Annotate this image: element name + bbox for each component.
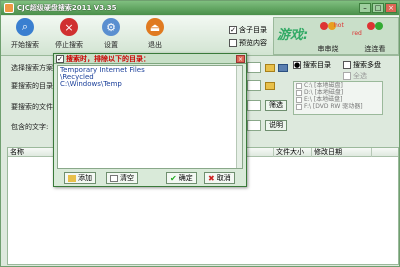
drive-item[interactable]: C:\ [本地磁盘] xyxy=(294,82,382,89)
add-button[interactable]: 添加 xyxy=(64,172,96,184)
text-label: 包含的文字: xyxy=(11,123,49,131)
dialog-scrollbar[interactable] xyxy=(236,66,242,168)
drive-item[interactable]: F:\ [DVD RW 驱动器] xyxy=(294,103,382,110)
preview-option[interactable]: 预览内容 xyxy=(229,38,267,48)
check-icon: ✔ xyxy=(170,173,177,183)
dir-label: 要搜索的目录: xyxy=(11,82,56,90)
games-title: 游戏: xyxy=(277,28,309,43)
start-search-label: 开始搜索 xyxy=(11,41,39,49)
search-dir-radio[interactable]: ● xyxy=(293,61,301,69)
stop-icon: × xyxy=(60,18,78,36)
search-multi-label: 搜索多盘 xyxy=(353,61,381,69)
exit-icon: ⏏ xyxy=(146,18,164,36)
ok-button[interactable]: ✔ 确定 xyxy=(166,172,197,184)
preview-label: 预览内容 xyxy=(239,39,267,47)
file-label: 要搜索的文件: xyxy=(11,103,56,111)
settings-label: 设置 xyxy=(104,41,118,49)
text-input[interactable] xyxy=(247,120,261,131)
select-all-option[interactable]: 全选 xyxy=(343,71,367,81)
clear-button[interactable]: 清空 xyxy=(106,172,138,184)
save-icon[interactable] xyxy=(278,64,288,72)
preview-checkbox[interactable] xyxy=(229,39,237,47)
dialog-header: ✓ 搜索时，排除以下的目录： × xyxy=(54,54,246,64)
subdir-option[interactable]: ✓ 含子目录 xyxy=(229,25,267,35)
maximize-button[interactable]: □ xyxy=(372,3,384,13)
explain-button[interactable]: 说明 xyxy=(265,120,287,131)
exit-label: 退出 xyxy=(148,41,162,49)
add-folder-icon xyxy=(68,174,76,182)
close-button[interactable]: × xyxy=(385,3,397,13)
window-controls: – □ × xyxy=(359,3,399,13)
clear-icon xyxy=(110,174,118,182)
red-badge: red xyxy=(352,30,362,37)
search-dir-label: 搜索目录 xyxy=(303,61,331,69)
dir-input[interactable] xyxy=(247,80,261,91)
browse-folder-icon[interactable] xyxy=(265,82,275,90)
search-dir-option[interactable]: ● 搜索目录 xyxy=(293,60,331,70)
subdir-label: 含子目录 xyxy=(239,26,267,34)
subdir-checkbox[interactable]: ✓ xyxy=(229,26,237,34)
hot-badge: hot xyxy=(334,22,344,29)
col-size[interactable]: 文件大小 xyxy=(274,148,312,157)
app-icon xyxy=(4,3,14,13)
minimize-button[interactable]: – xyxy=(359,3,371,13)
game-item2-label: 连连看 xyxy=(364,45,386,53)
settings-icon: ⚙ xyxy=(102,18,120,36)
folder-icon[interactable] xyxy=(265,64,275,72)
window-title: CJC超级硬盘搜索2011 V3.35 xyxy=(17,4,117,12)
exclude-checkbox[interactable]: ✓ xyxy=(56,54,64,63)
search-multi-option[interactable]: 搜索多盘 xyxy=(343,60,381,70)
scheme-select[interactable] xyxy=(247,62,261,73)
game-lianliankan[interactable]: red 连连看 xyxy=(352,22,396,54)
exit-button[interactable]: ⏏ 退出 xyxy=(133,18,177,50)
select-all-checkbox[interactable] xyxy=(343,72,351,80)
cancel-icon: ✖ xyxy=(208,173,215,183)
start-search-button[interactable]: ⌕ 开始搜索 xyxy=(3,18,47,50)
drive-item[interactable]: E:\ [本地磁盘] xyxy=(294,96,382,103)
game-chuanchuanshao[interactable]: hot 串串烧 xyxy=(308,22,348,54)
search-multi-radio[interactable] xyxy=(343,61,351,69)
file-input[interactable] xyxy=(247,100,261,111)
dialog-title: 搜索时，排除以下的目录： xyxy=(66,54,150,63)
search-icon: ⌕ xyxy=(16,18,34,36)
exclude-item: C:\Windows\Temp xyxy=(60,80,122,88)
col-date[interactable]: 修改日期 xyxy=(312,148,372,157)
stop-search-label: 停止搜索 xyxy=(55,41,83,49)
title-bar: CJC超级硬盘搜索2011 V3.35 – □ × xyxy=(1,1,399,15)
drive-list: C:\ [本地磁盘] D:\ [本地磁盘] E:\ [本地磁盘] F:\ [DV… xyxy=(293,81,383,115)
games-panel: 游戏: hot 串串烧 red 连连看 xyxy=(273,17,399,55)
filter-button[interactable]: 筛选 xyxy=(265,100,287,111)
exclude-dirs-dialog: ✓ 搜索时，排除以下的目录： × Temporary Internet File… xyxy=(53,53,247,187)
exclude-list[interactable]: Temporary Internet Files \Recycled C:\Wi… xyxy=(57,65,243,169)
game-item1-label: 串串烧 xyxy=(317,45,339,53)
stop-search-button[interactable]: × 停止搜索 xyxy=(47,18,91,50)
select-all-label: 全选 xyxy=(353,72,367,80)
cancel-button[interactable]: ✖ 取消 xyxy=(204,172,235,184)
dialog-close-button[interactable]: × xyxy=(236,54,245,63)
scheme-label: 选择搜索方案: xyxy=(11,64,56,72)
drive-item[interactable]: D:\ [本地磁盘] xyxy=(294,89,382,96)
settings-button[interactable]: ⚙ 设置 xyxy=(89,18,133,50)
main-window: CJC超级硬盘搜索2011 V3.35 – □ × ⌕ 开始搜索 × 停止搜索 … xyxy=(0,0,400,267)
